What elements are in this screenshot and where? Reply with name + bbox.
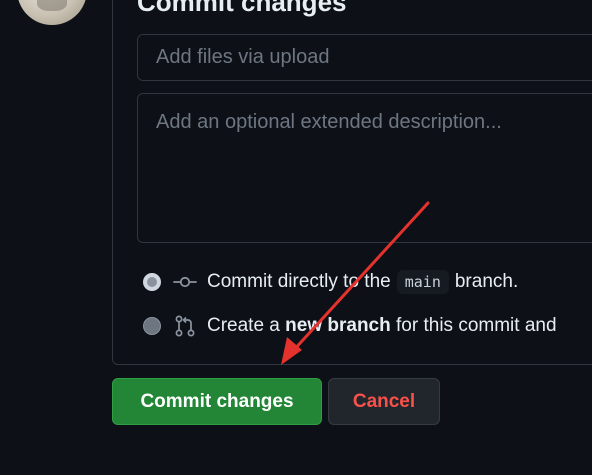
- commit-changes-button[interactable]: Commit changes: [112, 378, 322, 425]
- branch-name-chip: main: [396, 270, 449, 294]
- commit-summary-input[interactable]: [137, 34, 592, 81]
- commit-description-textarea[interactable]: [137, 93, 592, 243]
- commit-page: Commit changes Commit directly to themai…: [0, 0, 592, 475]
- new-branch-option[interactable]: Create a new branch for this commit and: [143, 314, 557, 338]
- commit-direct-suffix: branch.: [454, 271, 519, 293]
- git-commit-icon: [173, 276, 197, 288]
- git-pull-request-icon: [175, 315, 195, 337]
- new-branch-bold: new branch: [285, 315, 391, 336]
- new-branch-radio[interactable]: [143, 317, 161, 335]
- commit-direct-option[interactable]: Commit directly to the main branch.: [143, 270, 518, 294]
- cancel-button[interactable]: Cancel: [328, 378, 440, 425]
- commit-direct-prefix: Commit directly to the: [207, 271, 391, 293]
- new-branch-suffix: for this commit and: [396, 315, 557, 336]
- new-branch-label: Create a new branch for this commit and: [207, 315, 557, 337]
- commit-title: Commit changes: [137, 0, 347, 17]
- commit-direct-label: Commit directly to the main branch.: [207, 270, 518, 294]
- new-branch-prefix: Create a: [207, 315, 280, 336]
- commit-direct-radio[interactable]: [143, 273, 161, 291]
- user-avatar: [17, 0, 87, 25]
